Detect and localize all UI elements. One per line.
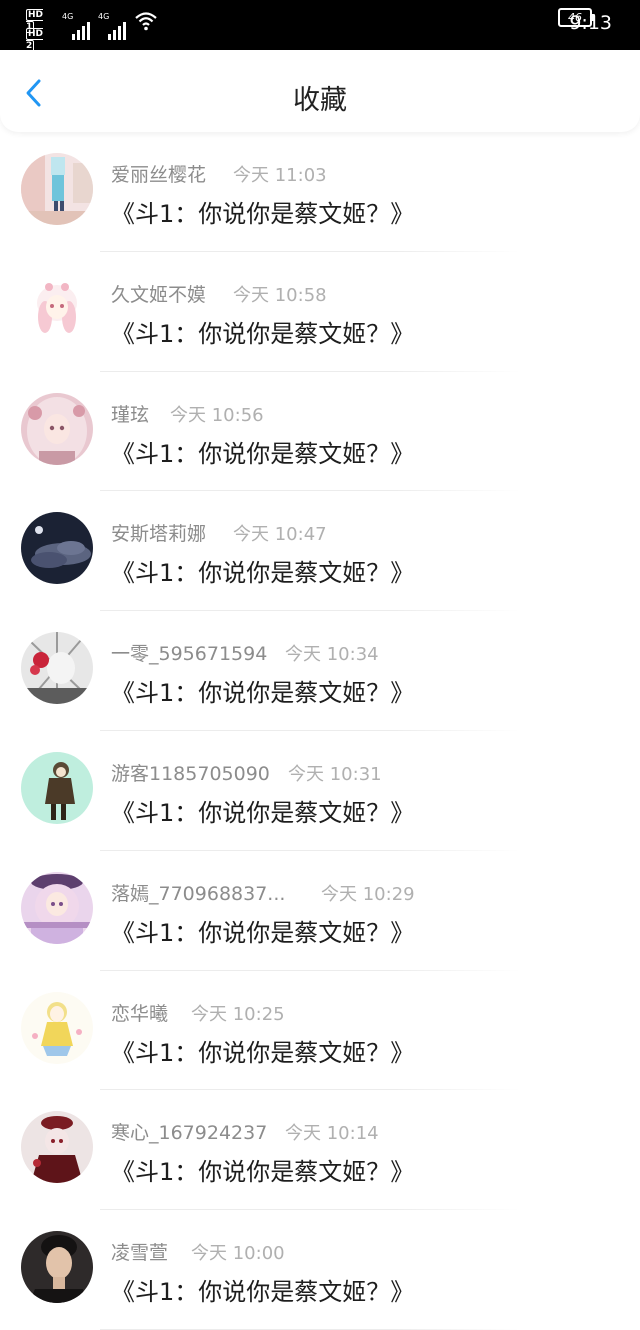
item-title[interactable]: 《斗1：你说你是蔡文姬？》 <box>111 913 414 948</box>
item-title[interactable]: 《斗1：你说你是蔡文姬？》 <box>111 434 414 469</box>
list-item[interactable]: 恋华曦 今天 10:25 《斗1：你说你是蔡文姬？》 <box>0 971 640 1091</box>
avatar[interactable] <box>21 871 93 944</box>
avatar[interactable] <box>21 632 93 705</box>
list-item[interactable]: 瑾玹 今天 10:56 《斗1：你说你是蔡文姬？》 <box>0 372 640 492</box>
avatar[interactable] <box>21 751 93 824</box>
item-name: 寒心_167924237 <box>111 1122 268 1145</box>
avatar[interactable] <box>21 991 93 1064</box>
item-time: 今天 11:03 <box>233 165 327 186</box>
avatar[interactable] <box>21 512 93 585</box>
item-time: 今天 10:47 <box>233 524 327 546</box>
favorites-list: 爱丽丝樱花 今天 11:03 《斗1：你说你是蔡文姬？》 久文姬不嫫 今天 10… <box>0 132 640 1330</box>
clock: 9:13 <box>569 12 612 34</box>
item-title[interactable]: 《斗1：你说你是蔡文姬？》 <box>111 194 414 229</box>
item-name: 安斯塔莉娜 <box>111 523 207 546</box>
item-name: 一零_595671594 <box>111 643 268 666</box>
item-name: 凌雪萱 <box>111 1242 169 1265</box>
item-title[interactable]: 《斗1：你说你是蔡文姬？》 <box>111 673 414 708</box>
avatar[interactable] <box>21 272 93 345</box>
page-title: 收藏 <box>293 85 347 116</box>
item-name: 瑾玹 <box>111 403 150 426</box>
item-time: 今天 10:31 <box>288 763 382 785</box>
item-name: 游客1185705090 <box>111 762 270 785</box>
avatar[interactable] <box>21 1231 93 1304</box>
list-item[interactable]: 寒心_167924237 今天 10:14 《斗1：你说你是蔡文姬？》 <box>0 1090 640 1211</box>
item-name: 久文姬不嫫 <box>111 283 207 306</box>
item-name: 恋华曦 <box>111 1002 169 1025</box>
item-time: 今天 10:14 <box>285 1123 379 1145</box>
wifi-icon <box>134 10 158 36</box>
list-item[interactable]: 凌雪萱 今天 10:00 《斗1：你说你是蔡文姬？》 <box>0 1210 640 1330</box>
item-name: 落嫣_770968837... <box>111 882 286 905</box>
item-time: 今天 10:29 <box>321 883 415 905</box>
item-name: 爱丽丝樱花 <box>111 164 207 186</box>
item-time: 今天 10:25 <box>191 1003 285 1025</box>
avatar[interactable] <box>21 392 93 465</box>
item-time: 今天 10:34 <box>285 644 379 666</box>
list-item[interactable]: 久文姬不嫫 今天 10:58 《斗1：你说你是蔡文姬？》 <box>0 252 640 372</box>
item-time: 今天 10:00 <box>191 1243 285 1265</box>
status-bar: HD 1 HD 2 4G 4G 46 9:13 <box>0 0 640 52</box>
item-time: 今天 10:58 <box>233 284 327 306</box>
header: 收藏 <box>0 50 640 132</box>
avatar[interactable] <box>21 153 93 225</box>
item-title[interactable]: 《斗1：你说你是蔡文姬？》 <box>111 1033 414 1068</box>
list-item[interactable]: 落嫣_770968837... 今天 10:29 《斗1：你说你是蔡文姬？》 <box>0 851 640 971</box>
item-title[interactable]: 《斗1：你说你是蔡文姬？》 <box>111 1272 414 1307</box>
list-item[interactable]: 爱丽丝樱花 今天 11:03 《斗1：你说你是蔡文姬？》 <box>0 132 640 252</box>
item-title[interactable]: 《斗1：你说你是蔡文姬？》 <box>111 553 414 588</box>
list-item[interactable]: 游客1185705090 今天 10:31 《斗1：你说你是蔡文姬？》 <box>0 731 640 851</box>
item-title[interactable]: 《斗1：你说你是蔡文姬？》 <box>111 793 414 828</box>
list-item[interactable]: 一零_595671594 今天 10:34 《斗1：你说你是蔡文姬？》 <box>0 611 640 731</box>
item-time: 今天 10:56 <box>170 404 264 426</box>
item-title[interactable]: 《斗1：你说你是蔡文姬？》 <box>111 1152 414 1187</box>
avatar[interactable] <box>21 1111 93 1184</box>
list-item[interactable]: 安斯塔莉娜 今天 10:47 《斗1：你说你是蔡文姬？》 <box>0 491 640 612</box>
item-title[interactable]: 《斗1：你说你是蔡文姬？》 <box>111 314 414 349</box>
sim2-indicator: HD 2 <box>26 28 44 52</box>
